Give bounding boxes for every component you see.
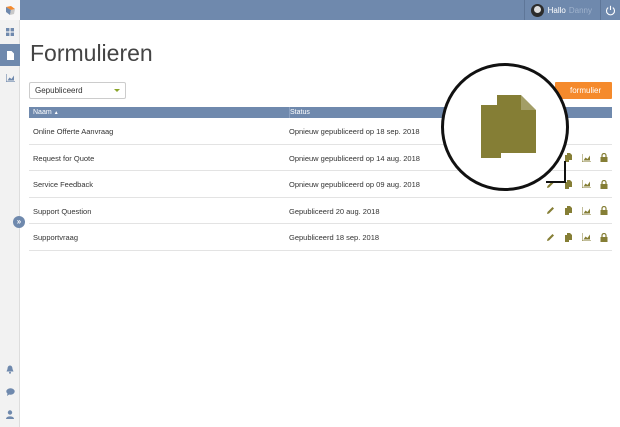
power-icon[interactable] xyxy=(600,0,620,20)
edit-icon[interactable] xyxy=(545,232,555,242)
status-filter-value: Gepubliceerd xyxy=(35,86,83,95)
status-filter-select[interactable]: Gepubliceerd xyxy=(29,82,126,99)
form-status: Opnieuw gepubliceerd op 09 aug. 2018 xyxy=(289,180,420,190)
stats-icon[interactable] xyxy=(581,153,591,163)
sidebar xyxy=(0,0,20,427)
form-status: Opnieuw gepubliceerd op 18 sep. 2018 xyxy=(289,127,420,136)
column-header-status-label: Status xyxy=(290,109,310,116)
copy-icon[interactable] xyxy=(563,232,573,242)
top-bar: Hallo Danny xyxy=(20,0,620,20)
page-title: Formulieren xyxy=(30,40,153,66)
dashboard-icon[interactable] xyxy=(0,21,20,43)
row-actions xyxy=(545,206,609,216)
row-actions xyxy=(545,232,609,242)
form-name[interactable]: Request for Quote xyxy=(33,154,94,163)
bell-icon[interactable] xyxy=(0,358,20,380)
copy-icon[interactable] xyxy=(563,206,573,216)
column-header-name-label: Naam xyxy=(33,109,52,116)
stats-icon[interactable] xyxy=(581,232,591,242)
stats-icon[interactable] xyxy=(581,179,591,189)
table-row[interactable]: Support Question Gepubliceerd 20 aug. 20… xyxy=(29,198,612,225)
logo-icon[interactable] xyxy=(0,0,20,20)
form-name[interactable]: Service Feedback xyxy=(33,180,93,189)
username-text: Danny xyxy=(568,5,592,15)
avatar xyxy=(530,3,544,17)
table-row[interactable]: Supportvraag Gepubliceerd 18 sep. 2018 xyxy=(29,224,612,251)
form-status: Gepubliceerd 18 sep. 2018 xyxy=(289,233,380,243)
form-status: Gepubliceerd 20 aug. 2018 xyxy=(289,206,380,216)
column-header-status[interactable]: Status xyxy=(289,107,310,118)
lock-icon[interactable] xyxy=(599,179,609,189)
sidebar-expand-button[interactable]: » xyxy=(13,216,25,228)
chevron-down-icon xyxy=(114,89,120,92)
edit-icon[interactable] xyxy=(545,206,555,216)
zoom-callout xyxy=(441,63,569,191)
greeting-text: Hallo xyxy=(547,5,566,15)
forms-icon[interactable] xyxy=(0,44,20,66)
chat-icon[interactable] xyxy=(0,381,20,403)
form-name[interactable]: Online Offerte Aanvraag xyxy=(33,127,113,136)
stats-icon[interactable] xyxy=(581,206,591,216)
user-icon[interactable] xyxy=(0,403,20,425)
chart-icon[interactable] xyxy=(0,67,20,89)
expand-icon: » xyxy=(16,217,22,226)
copy-icon-magnified xyxy=(481,95,536,158)
user-menu[interactable]: Hallo Danny xyxy=(523,0,600,20)
form-status: Opnieuw gepubliceerd op 14 aug. 2018 xyxy=(289,153,420,163)
sort-asc-icon: ▲ xyxy=(53,110,59,116)
form-name[interactable]: Support Question xyxy=(33,207,91,216)
lock-icon[interactable] xyxy=(599,206,609,216)
lock-icon[interactable] xyxy=(599,232,609,242)
lock-icon[interactable] xyxy=(599,153,609,163)
form-name[interactable]: Supportvraag xyxy=(33,233,78,242)
